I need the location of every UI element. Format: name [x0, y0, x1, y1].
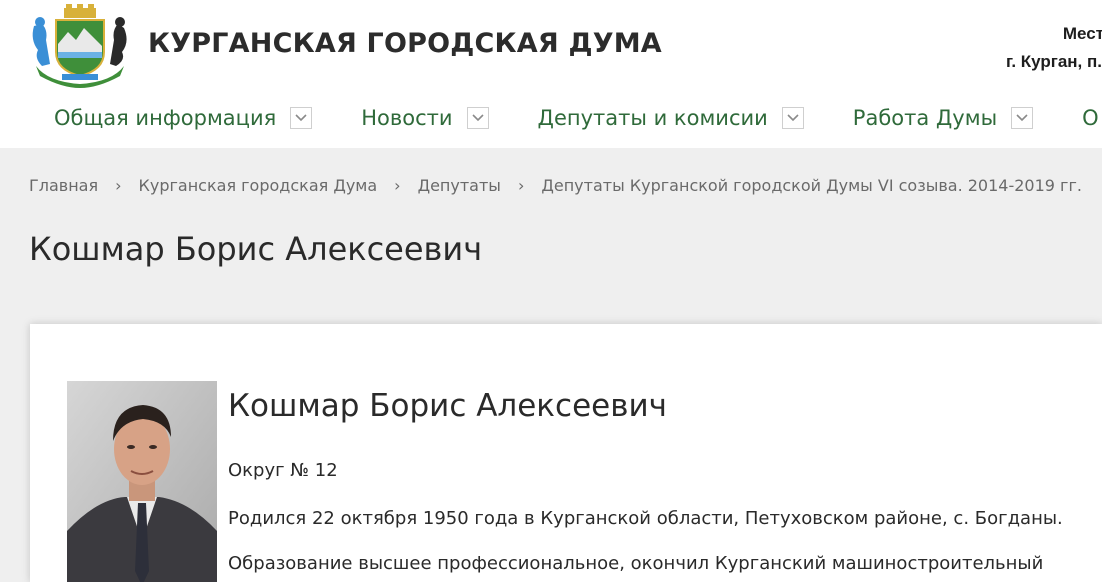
deputy-name: Кошмар Борис Алексеевич — [228, 388, 667, 424]
chevron-down-icon[interactable] — [466, 107, 489, 129]
breadcrumb-separator: › — [115, 176, 122, 195]
header-contact-line2: г. Курган, п. — [1005, 52, 1102, 71]
nav-item-general-info[interactable]: Общая информация — [54, 106, 313, 130]
breadcrumb-separator: › — [394, 176, 401, 195]
nav-item-truncated[interactable]: О — [1082, 106, 1099, 130]
deputy-education: Образование высшее профессиональное, око… — [228, 553, 1044, 574]
nav-item-news[interactable]: Новости — [361, 106, 489, 130]
page-title: Кошмар Борис Алексеевич — [29, 230, 483, 268]
main-navigation: Общая информация Новости Депутаты и коми… — [54, 100, 1102, 136]
chevron-down-icon[interactable] — [290, 107, 313, 129]
site-title[interactable]: КУРГАНСКАЯ ГОРОДСКАЯ ДУМА — [148, 28, 662, 59]
header-contact-line1: Мест — [1062, 24, 1102, 43]
chevron-down-icon[interactable] — [1011, 107, 1034, 129]
breadcrumb-separator: › — [517, 176, 525, 195]
deputy-profile-card: Кошмар Борис Алексеевич Округ № 12 Родил… — [30, 324, 1102, 582]
nav-item-label[interactable]: Депутаты и комисии — [538, 106, 768, 130]
deputy-district: Округ № 12 — [228, 460, 338, 481]
site-header: КУРГАНСКАЯ ГОРОДСКАЯ ДУМА Мест г. Курган… — [0, 0, 1102, 148]
nav-item-duma-work[interactable]: Работа Думы — [853, 106, 1034, 130]
nav-item-label[interactable]: Общая информация — [54, 106, 276, 130]
breadcrumb-home-link[interactable]: Главная — [29, 176, 98, 195]
nav-item-deputies[interactable]: Депутаты и комисии — [538, 106, 804, 130]
nav-item-label[interactable]: Работа Думы — [853, 106, 997, 130]
city-coat-of-arms-logo[interactable] — [28, 4, 132, 88]
chevron-down-icon[interactable] — [781, 107, 804, 129]
header-contact-info: Мест г. Курган, п. — [1006, 20, 1102, 76]
breadcrumb: Главная › Курганская городская Дума › Де… — [29, 176, 1082, 195]
nav-item-label[interactable]: Новости — [361, 106, 452, 130]
breadcrumb-current: Депутаты Курганской городской Думы VI со… — [541, 176, 1082, 195]
deputy-birth-info: Родился 22 октября 1950 года в Курганско… — [228, 508, 1063, 529]
deputy-portrait-photo — [67, 381, 217, 582]
breadcrumb-duma-link[interactable]: Курганская городская Дума — [139, 176, 378, 195]
nav-item-label[interactable]: О — [1082, 106, 1099, 130]
breadcrumb-deputies-link[interactable]: Депутаты — [418, 176, 501, 195]
